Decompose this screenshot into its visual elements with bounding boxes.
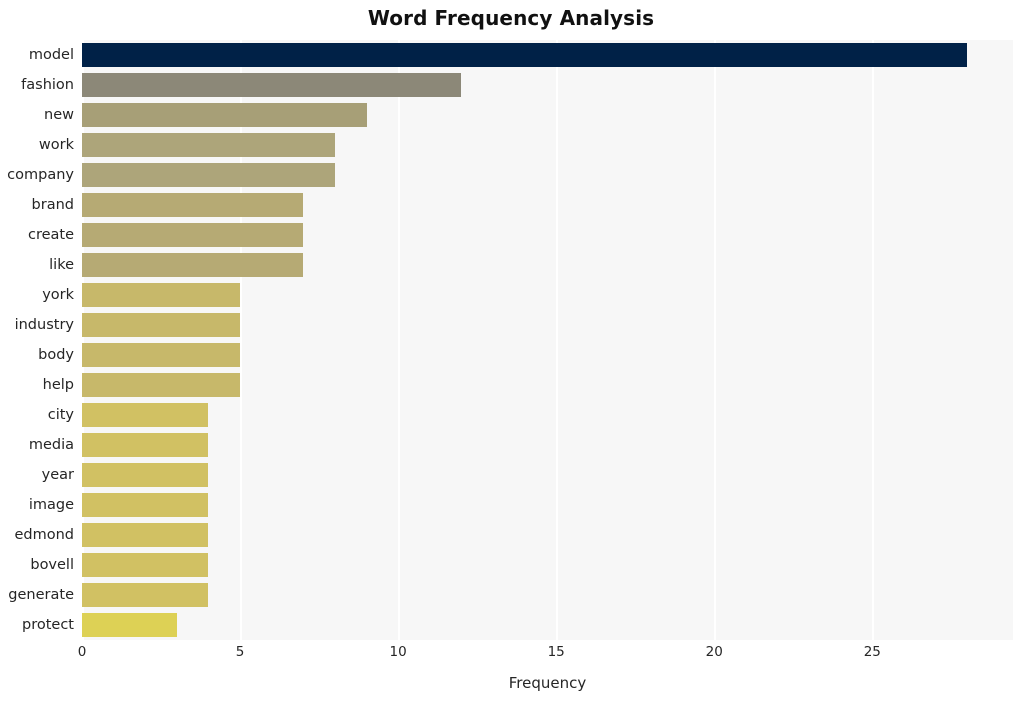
y-axis-tick-labels: model fashion new work company brand create lik… [0, 40, 74, 640]
y-axis-tick-label: body [38, 347, 74, 363]
y-axis-tick-label: like [49, 257, 74, 273]
y-axis-tick-label: generate [8, 587, 74, 603]
bar-row[interactable] [82, 220, 1013, 250]
bar[interactable] [82, 403, 209, 427]
bar-row[interactable] [82, 40, 1013, 70]
x-axis-tick-label: 10 [389, 644, 407, 660]
bar[interactable] [82, 613, 177, 637]
x-axis-tick-label: 15 [547, 644, 565, 660]
x-axis-tick-labels: 0 5 10 15 20 25 [0, 644, 1022, 666]
y-axis-tick-label: bovell [30, 557, 74, 573]
bar[interactable] [82, 553, 209, 577]
bar-row[interactable] [82, 580, 1013, 610]
y-axis-tick-label: image [28, 497, 74, 513]
y-axis-tick-label: model [28, 47, 74, 63]
bar-row[interactable] [82, 100, 1013, 130]
y-axis-tick-label: industry [14, 317, 74, 333]
bar-row[interactable] [82, 550, 1013, 580]
bar[interactable] [82, 313, 241, 337]
bar[interactable] [82, 523, 209, 547]
y-axis-tick-label: media [28, 437, 74, 453]
bar[interactable] [82, 343, 241, 367]
bar[interactable] [82, 373, 241, 397]
bar[interactable] [82, 463, 209, 487]
bar-row[interactable] [82, 400, 1013, 430]
bar[interactable] [82, 493, 209, 517]
plot-area [82, 40, 1013, 640]
y-axis-tick-label: company [7, 167, 74, 183]
bar[interactable] [82, 73, 462, 97]
y-axis-tick-label: york [42, 287, 74, 303]
y-axis-tick-label: fashion [21, 77, 74, 93]
y-axis-tick-label: new [44, 107, 74, 123]
bar[interactable] [82, 43, 968, 67]
bar-row[interactable] [82, 430, 1013, 460]
y-axis-tick-label: protect [22, 617, 74, 633]
x-axis-tick-label: 0 [77, 644, 87, 660]
bar[interactable] [82, 433, 209, 457]
bar[interactable] [82, 223, 304, 247]
y-axis-tick-label: brand [31, 197, 74, 213]
y-axis-tick-label: city [47, 407, 74, 423]
x-axis-tick-label: 5 [235, 644, 245, 660]
bar-row[interactable] [82, 160, 1013, 190]
bar[interactable] [82, 163, 335, 187]
word-frequency-chart: Word Frequency Analysis model fashion new w… [0, 0, 1022, 701]
bar-row[interactable] [82, 70, 1013, 100]
bar-row[interactable] [82, 460, 1013, 490]
bar[interactable] [82, 193, 304, 217]
bar[interactable] [82, 103, 367, 127]
bar-row[interactable] [82, 490, 1013, 520]
y-axis-tick-label: help [42, 377, 74, 393]
y-axis-tick-label: work [38, 137, 74, 153]
bar-row[interactable] [82, 190, 1013, 220]
y-axis-tick-label: edmond [14, 527, 74, 543]
x-axis-tick-label: 20 [705, 644, 723, 660]
y-axis-tick-label: year [41, 467, 74, 483]
chart-title: Word Frequency Analysis [367, 6, 655, 30]
bar-row[interactable] [82, 610, 1013, 640]
bar-row[interactable] [82, 250, 1013, 280]
bar[interactable] [82, 253, 304, 277]
x-axis-label: Frequency [508, 674, 587, 692]
bar-row[interactable] [82, 130, 1013, 160]
y-axis-tick-label: create [27, 227, 74, 243]
bar-row[interactable] [82, 370, 1013, 400]
x-axis-tick-label: 25 [863, 644, 881, 660]
bar-row[interactable] [82, 310, 1013, 340]
bar[interactable] [82, 283, 241, 307]
bar[interactable] [82, 133, 335, 157]
bar-row[interactable] [82, 340, 1013, 370]
bar[interactable] [82, 583, 209, 607]
bar-row[interactable] [82, 520, 1013, 550]
bar-row[interactable] [82, 280, 1013, 310]
